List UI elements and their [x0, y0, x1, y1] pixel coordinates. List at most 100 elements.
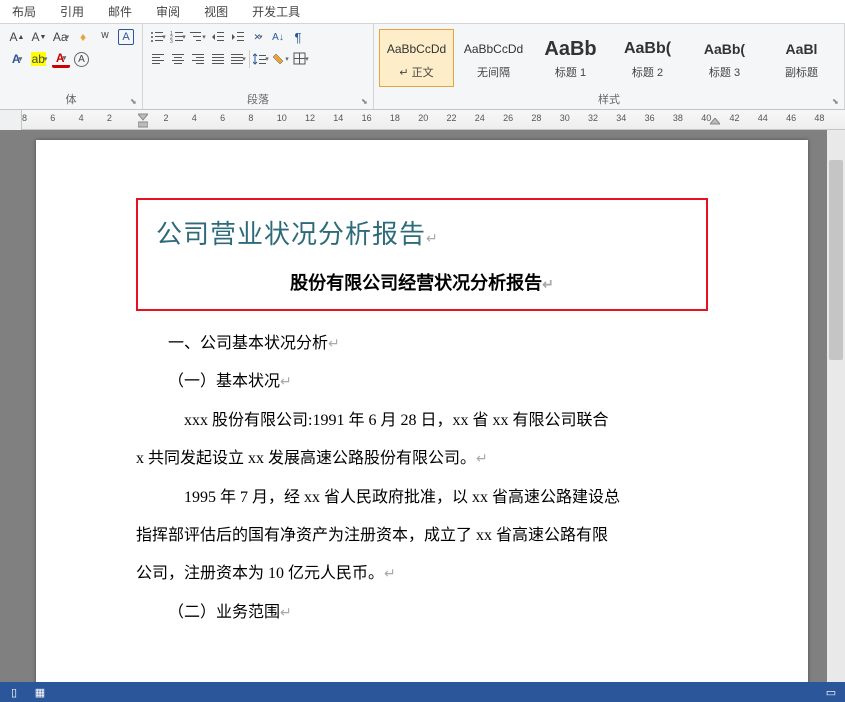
char-border-button[interactable]: A: [118, 29, 134, 45]
ruler-number: 10: [277, 113, 287, 123]
tab-view[interactable]: 视图: [192, 0, 240, 24]
ruler-number: 4: [79, 113, 84, 123]
numbering-button[interactable]: 123▾: [169, 28, 187, 46]
change-case-button[interactable]: Aa▾: [52, 28, 70, 46]
justify-button[interactable]: [209, 50, 227, 68]
ruler-number: 30: [560, 113, 570, 123]
style-nospacing[interactable]: AaBbCcDd 无间隔: [456, 29, 531, 87]
doc-para-5[interactable]: 公司，注册资本为 10 亿元人民币。↵: [136, 555, 708, 593]
ruler-number: 32: [588, 113, 598, 123]
align-left-button[interactable]: [149, 50, 167, 68]
align-right-button[interactable]: [189, 50, 207, 68]
ruler-number: 2: [107, 113, 112, 123]
ruler-number: 22: [447, 113, 457, 123]
document-area: 公司营业状况分析报告↵ 股份有限公司经营状况分析报告↵ 一、公司基本状况分析↵ …: [0, 130, 845, 682]
asian-layout-button[interactable]: ✕▾: [249, 28, 267, 46]
tab-review[interactable]: 审阅: [144, 0, 192, 24]
shrink-font-button[interactable]: A▼: [30, 28, 48, 46]
style-heading1[interactable]: AaBb 标题 1: [533, 29, 608, 87]
style-subtitle[interactable]: AaBl 副标题: [764, 29, 839, 87]
ruler-number: 46: [786, 113, 796, 123]
ruler-number: 42: [730, 113, 740, 123]
style-normal[interactable]: AaBbCcDd ↵ 正文: [379, 29, 454, 87]
ruler-number: 38: [673, 113, 683, 123]
multilevel-button[interactable]: ▾: [189, 28, 207, 46]
doc-heading-2b[interactable]: （二）业务范围↵: [136, 594, 708, 632]
ruler-number: 8: [22, 113, 27, 123]
menu-tabs: 布局 引用 邮件 审阅 视图 开发工具: [0, 0, 845, 24]
decrease-indent-button[interactable]: [209, 28, 227, 46]
style-heading2[interactable]: AaBb( 标题 2: [610, 29, 685, 87]
styles-gallery: AaBbCcDd ↵ 正文 AaBbCcDd 无间隔 AaBb 标题 1 AaB…: [378, 26, 840, 90]
ruler-number: 8: [248, 113, 253, 123]
horizontal-ruler[interactable]: 8642246810121416182022242628303234363840…: [22, 110, 845, 129]
style-heading3[interactable]: AaBb( 标题 3: [687, 29, 762, 87]
styles-group-launcher-icon[interactable]: ⬊: [832, 97, 842, 107]
ruler-number: 44: [758, 113, 768, 123]
doc-para-4[interactable]: 指挥部评估后的国有净资产为注册资本，成立了 xx 省高速公路有限: [136, 517, 708, 555]
ribbon-group-font: A▲ A▼ Aa▾ ♦ ᵂ A A▾ ab▾ A▾ A 体 ⬊: [0, 24, 143, 109]
doc-subtitle[interactable]: 股份有限公司经营状况分析报告↵: [156, 269, 688, 295]
svg-text:3: 3: [170, 39, 173, 44]
indent-marker-icon[interactable]: [138, 110, 148, 128]
ruler-number: 16: [362, 113, 372, 123]
phonetic-button[interactable]: ᵂ: [96, 28, 114, 46]
ruler-number: 6: [50, 113, 55, 123]
para-mark-icon: ↵: [280, 375, 292, 390]
doc-heading-2a[interactable]: （一）基本状况↵: [136, 363, 708, 401]
ruler-number: 4: [192, 113, 197, 123]
doc-main-title[interactable]: 公司营业状况分析报告↵: [156, 214, 688, 251]
bullets-button[interactable]: ▾: [149, 28, 167, 46]
font-effect-button[interactable]: A▾: [8, 50, 26, 68]
show-marks-button[interactable]: ¶: [289, 28, 307, 46]
document-page[interactable]: 公司营业状况分析报告↵ 股份有限公司经营状况分析报告↵ 一、公司基本状况分析↵ …: [36, 140, 808, 682]
clear-format-button[interactable]: ♦: [74, 28, 92, 46]
status-page-icon[interactable]: ▯: [6, 685, 22, 699]
distribute-button[interactable]: ▾: [229, 50, 247, 68]
borders-button[interactable]: ▾: [292, 50, 310, 68]
ruler-number: 14: [333, 113, 343, 123]
font-color-button[interactable]: A▾: [52, 50, 70, 68]
view-read-icon[interactable]: ▭: [823, 685, 839, 699]
ruler-corner: [0, 110, 22, 130]
align-center-button[interactable]: [169, 50, 187, 68]
ruler-area: 8642246810121416182022242628303234363840…: [0, 110, 845, 130]
doc-body[interactable]: 一、公司基本状况分析↵ （一）基本状况↵ xxx 股份有限公司:1991 年 6…: [136, 325, 708, 632]
status-bar: ▯ ▦ ▭: [0, 682, 845, 702]
highlight-box: 公司营业状况分析报告↵ 股份有限公司经营状况分析报告↵: [136, 198, 708, 311]
scrollbar-thumb[interactable]: [829, 160, 843, 360]
vertical-scrollbar[interactable]: [827, 130, 845, 682]
sort-button[interactable]: A↓: [269, 28, 287, 46]
ruler-number: 2: [164, 113, 169, 123]
ribbon-group-paragraph: ▾ 123▾ ▾ ✕▾ A↓ ¶ ▾ ▾ ▾ ▾ 段落 ⬊: [143, 24, 374, 109]
enclose-char-button[interactable]: A: [74, 52, 89, 67]
doc-heading-1[interactable]: 一、公司基本状况分析↵: [136, 325, 708, 363]
doc-para-1[interactable]: xxx 股份有限公司:1991 年 6 月 28 日，xx 省 xx 有限公司联…: [136, 402, 708, 440]
ruler-number: 36: [645, 113, 655, 123]
para-group-launcher-icon[interactable]: ⬊: [361, 97, 371, 107]
para-mark-icon: ↵: [328, 337, 340, 352]
right-indent-marker-icon[interactable]: [710, 118, 720, 128]
ruler-number: 34: [616, 113, 626, 123]
line-spacing-button[interactable]: ▾: [252, 50, 270, 68]
grow-font-button[interactable]: A▲: [8, 28, 26, 46]
shading-button[interactable]: ▾: [272, 50, 290, 68]
tab-devtools[interactable]: 开发工具: [240, 0, 312, 24]
highlight-button[interactable]: ab▾: [30, 50, 48, 68]
para-mark-icon: ↵: [426, 232, 439, 247]
ribbon-group-styles: AaBbCcDd ↵ 正文 AaBbCcDd 无间隔 AaBb 标题 1 AaB…: [374, 24, 845, 109]
font-group-label: 体: [0, 91, 142, 107]
doc-para-2[interactable]: x 共同发起设立 xx 发展高速公路股份有限公司。↵: [136, 440, 708, 478]
ruler-number: 28: [531, 113, 541, 123]
ruler-number: 26: [503, 113, 513, 123]
tab-mail[interactable]: 邮件: [96, 0, 144, 24]
font-group-launcher-icon[interactable]: ⬊: [130, 97, 140, 107]
ruler-number: 48: [814, 113, 824, 123]
increase-indent-button[interactable]: [229, 28, 247, 46]
doc-para-3[interactable]: 1995 年 7 月，经 xx 省人民政府批准，以 xx 省高速公路建设总: [136, 479, 708, 517]
tab-references[interactable]: 引用: [48, 0, 96, 24]
styles-group-label: 样式: [374, 91, 844, 107]
tab-layout[interactable]: 布局: [0, 0, 48, 24]
status-macro-icon[interactable]: ▦: [32, 685, 48, 699]
para-mark-icon: ↵: [542, 278, 554, 293]
